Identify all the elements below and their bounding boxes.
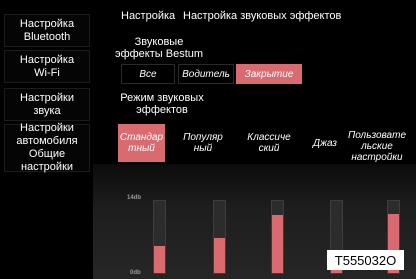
preset-label: Популяр ный (183, 132, 223, 154)
eq-slider-fill (272, 215, 283, 273)
sidebar-item-vehicle[interactable]: Настройки автомобиля Общие настройки (4, 122, 90, 173)
preset-label: Классиче ский (247, 132, 291, 154)
effects-title: Звуковые эффекты Bestum (114, 36, 204, 60)
preset-classic[interactable]: Классиче ский (242, 124, 296, 162)
sidebar-item-label: Настройки звука (20, 91, 74, 117)
scale-max-label: 14db (127, 195, 142, 201)
eq-slider-fill (154, 245, 165, 273)
page-title: Настройка звуковых эффектов (183, 10, 342, 22)
effects-option-close[interactable]: Закрытие (236, 64, 302, 84)
effects-option-driver[interactable]: Водитель (178, 64, 234, 84)
preset-label: Джаз (313, 137, 337, 149)
eq-slider-fill (214, 238, 225, 273)
effects-option-label: Водитель (182, 68, 230, 80)
sidebar-item-label: Настройка Bluetooth (19, 17, 75, 43)
image-code-label: T555032O (327, 250, 404, 270)
effects-option-label: Закрытие (244, 68, 294, 80)
preset-custom[interactable]: Пользовате льские настройки (346, 124, 408, 168)
preset-popular[interactable]: Популяр ный (180, 124, 226, 162)
sidebar-item-sound[interactable]: Настройки звука (4, 88, 90, 121)
preset-label: Пользовате льские настройки (347, 129, 407, 163)
image-code-text: T555032O (334, 252, 397, 268)
mode-title: Режим звуковых эффектов (120, 92, 204, 116)
sidebar-item-label: Настройка Wi-Fi (19, 53, 75, 79)
preset-jazz[interactable]: Джаз (308, 124, 342, 162)
sidebar-item-label: Настройки автомобиля Общие настройки (16, 122, 78, 173)
eq-slider-classic[interactable] (271, 200, 284, 274)
eq-slider-standard[interactable] (153, 200, 166, 274)
scale-min-label: 0db (130, 270, 141, 276)
preset-label: Стандар тный (119, 132, 164, 154)
effects-option-all[interactable]: Все (121, 64, 175, 84)
sidebar-item-bluetooth[interactable]: Настройка Bluetooth (4, 14, 90, 47)
effects-option-label: Все (139, 68, 157, 80)
eq-slider-popular[interactable] (213, 200, 226, 274)
preset-standard[interactable]: Стандар тный (118, 124, 165, 162)
breadcrumb-parent[interactable]: Настройка (121, 10, 175, 23)
sidebar-item-wifi[interactable]: Настройка Wi-Fi (4, 50, 90, 83)
